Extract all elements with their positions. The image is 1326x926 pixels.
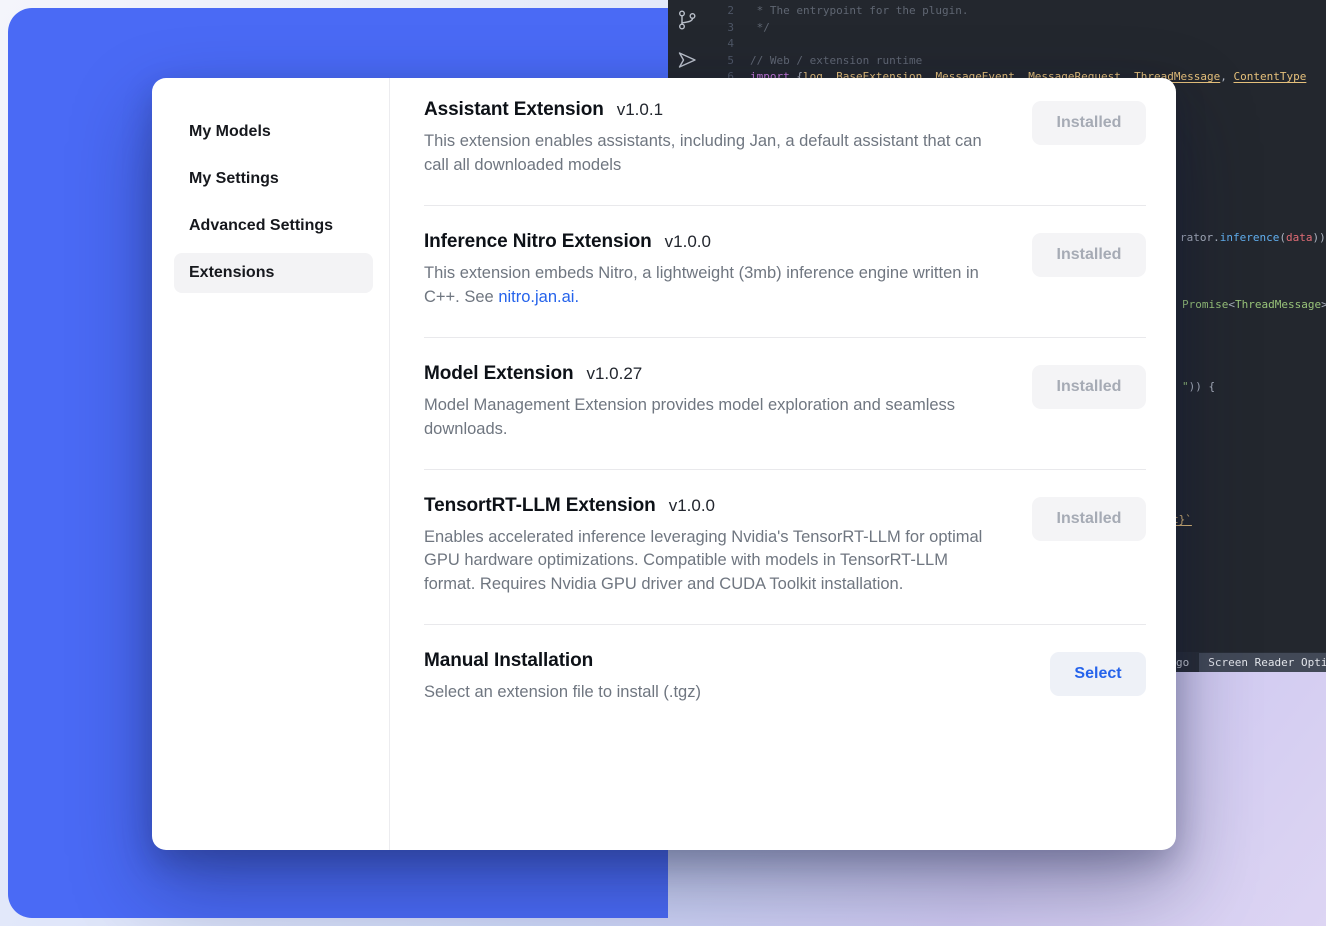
extension-description: Enables accelerated inference leveraging… [424,526,996,598]
status-text: go [1176,656,1189,669]
sidebar-item-my-models[interactable]: My Models [174,112,373,152]
extension-info: TensortRT-LLM Extension v1.0.0 Enables a… [424,495,996,598]
extension-row-assistant: Assistant Extension v1.0.1 This extensio… [424,78,1146,206]
manual-installation-description: Select an extension file to install (.tg… [424,681,701,705]
installed-button: Installed [1032,101,1146,145]
extension-version: v1.0.0 [669,496,715,516]
settings-modal: My Models My Settings Advanced Settings … [152,78,1176,850]
editor-activity-bar [675,8,699,72]
code-fragment: Promise<ThreadMessage> [1182,297,1326,312]
extension-title: Inference Nitro Extension [424,231,652,253]
extension-version: v1.0.0 [665,232,711,252]
extension-title: TensortRT-LLM Extension [424,495,656,517]
installed-button: Installed [1032,233,1146,277]
extension-description: This extension enables assistants, inclu… [424,130,996,178]
manual-installation-row: Manual Installation Select an extension … [424,625,1146,732]
settings-sidebar: My Models My Settings Advanced Settings … [152,78,390,850]
screen-reader-badge[interactable]: Screen Reader Optimized [1199,653,1326,672]
extension-version: v1.0.1 [617,100,663,120]
line-number: 5 [708,53,734,70]
code-text: */ [750,21,770,34]
code-text: * The entrypoint for the plugin. [750,4,969,17]
sidebar-item-extensions[interactable]: Extensions [174,253,373,293]
code-editor-content: 2 * The entrypoint for the plugin. 3 */ … [708,3,1326,86]
code-text: // Web / extension runtime [750,54,922,67]
extension-info: Manual Installation Select an extension … [424,650,701,705]
extension-row-inference-nitro: Inference Nitro Extension v1.0.0 This ex… [424,206,1146,338]
code-line: 5 // Web / extension runtime [708,53,1326,70]
extension-info: Inference Nitro Extension v1.0.0 This ex… [424,231,996,310]
sidebar-item-advanced-settings[interactable]: Advanced Settings [174,206,373,246]
manual-installation-title: Manual Installation [424,650,593,672]
code-line: 4 [708,36,1326,53]
line-number: 2 [708,3,734,20]
line-number: 3 [708,20,734,37]
extension-version: v1.0.27 [586,364,642,384]
line-number: 4 [708,36,734,53]
extension-info: Model Extension v1.0.27 Model Management… [424,363,996,442]
code-fragment: rator.inference(data)); [1180,230,1326,245]
code-line: 3 */ [708,20,1326,37]
extension-title: Assistant Extension [424,99,604,121]
extension-description: This extension embeds Nitro, a lightweig… [424,262,996,310]
installed-button: Installed [1032,365,1146,409]
installed-button: Installed [1032,497,1146,541]
extension-info: Assistant Extension v1.0.1 This extensio… [424,99,996,178]
extension-description: Model Management Extension provides mode… [424,394,996,442]
extensions-panel: Assistant Extension v1.0.1 This extensio… [390,78,1176,850]
git-branch-icon[interactable] [675,8,699,32]
nitro-jan-ai-link[interactable]: nitro.jan.ai. [498,288,579,306]
sidebar-item-my-settings[interactable]: My Settings [174,159,373,199]
desktop-background: 2 * The entrypoint for the plugin. 3 */ … [0,0,1326,926]
select-file-button[interactable]: Select [1050,652,1146,696]
extension-row-tensorrt-llm: TensortRT-LLM Extension v1.0.0 Enables a… [424,470,1146,626]
code-line: 2 * The entrypoint for the plugin. [708,3,1326,20]
code-fragment: ")) { [1182,379,1215,394]
extension-row-model: Model Extension v1.0.27 Model Management… [424,338,1146,470]
extension-title: Model Extension [424,363,573,385]
send-icon[interactable] [675,48,699,72]
